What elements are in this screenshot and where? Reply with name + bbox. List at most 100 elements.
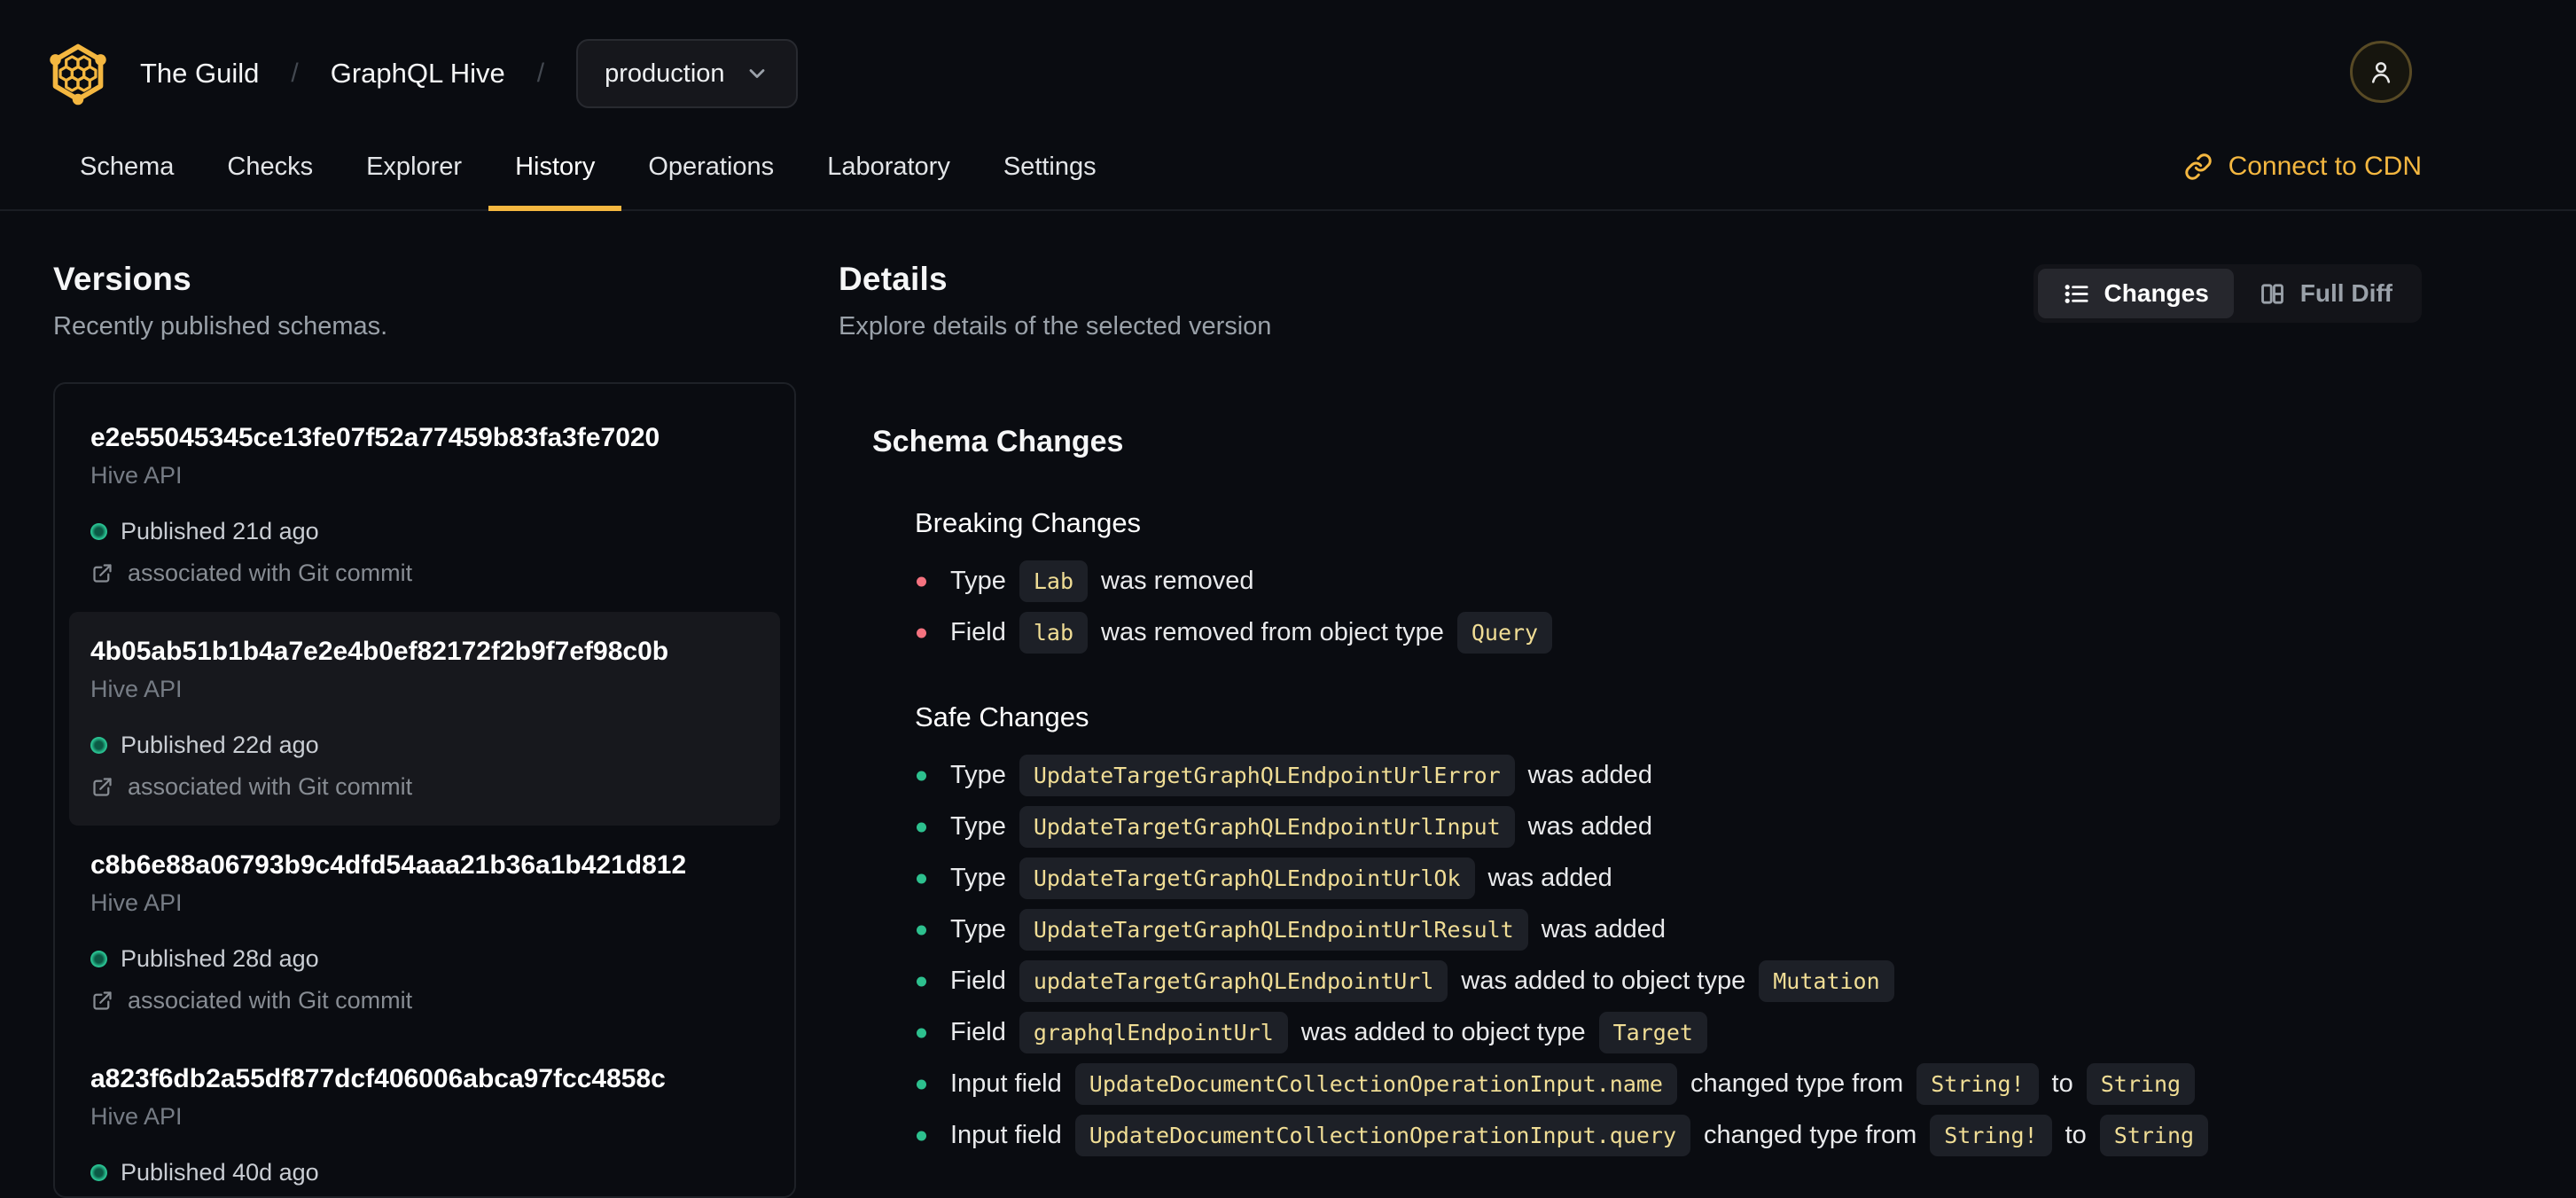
change-text: was added bbox=[1527, 761, 1652, 789]
schema-code-badge: String bbox=[2099, 1115, 2209, 1156]
version-service: Hive API bbox=[90, 462, 183, 489]
git-commit-link[interactable]: associated with Git commit bbox=[90, 773, 759, 801]
change-item: Type UpdateTargetGraphQLEndpointUrlError w… bbox=[915, 755, 2422, 796]
git-commit-link[interactable]: associated with Git commit bbox=[90, 560, 759, 587]
change-text: changed type from bbox=[1690, 1069, 1904, 1098]
details-header: Details Explore details of the selected … bbox=[839, 261, 2422, 341]
details-title: Details bbox=[839, 261, 948, 297]
breaking-changes-title: Breaking Changes bbox=[915, 507, 1142, 538]
change-text: to bbox=[2051, 1069, 2073, 1098]
versions-subtitle: Recently published schemas. bbox=[53, 312, 388, 341]
target-selector-value: production bbox=[605, 59, 725, 88]
version-service: Hive API bbox=[90, 889, 183, 916]
change-text: Input field bbox=[950, 1121, 1062, 1149]
schema-changes-section: Schema Changes Breaking Changes Type Lab wa… bbox=[839, 425, 2422, 1156]
tab-history[interactable]: History bbox=[488, 124, 622, 211]
breadcrumb: The Guild / GraphQL Hive / production bbox=[140, 39, 798, 108]
tab-operations[interactable]: Operations bbox=[621, 124, 800, 209]
details-heading-block: Details Explore details of the selected … bbox=[839, 261, 1271, 341]
schema-code-badge: Target bbox=[1598, 1012, 1707, 1053]
tab-explorer[interactable]: Explorer bbox=[340, 124, 488, 209]
schema-code-badge: UpdateDocumentCollectionOperationInput.n… bbox=[1074, 1063, 1677, 1105]
version-hash: 4b05ab51b1b4a7e2e4b0ef82172f2b9f7ef98c0b bbox=[90, 637, 669, 666]
change-item: Type UpdateTargetGraphQLEndpointUrlInput w… bbox=[915, 806, 2422, 848]
version-card[interactable]: 4b05ab51b1b4a7e2e4b0ef82172f2b9f7ef98c0b… bbox=[69, 612, 780, 826]
version-card[interactable]: a823f6db2a55df877dcf406006abca97fcc4858c… bbox=[69, 1039, 780, 1196]
hive-logo-icon[interactable] bbox=[48, 42, 108, 106]
change-item: Field graphqlEndpointUrl was added to obje… bbox=[915, 1012, 2422, 1053]
version-service: Hive API bbox=[90, 676, 183, 702]
change-text: changed type from bbox=[1704, 1121, 1917, 1149]
tab-checks[interactable]: Checks bbox=[200, 124, 340, 209]
external-link-icon bbox=[93, 991, 112, 1010]
target-selector-dropdown[interactable]: production bbox=[576, 39, 798, 108]
change-text: Field bbox=[950, 967, 1006, 995]
git-commit-link[interactable]: associated with Git commit bbox=[90, 987, 759, 1014]
connect-to-cdn-label: Connect to CDN bbox=[2228, 152, 2422, 181]
details-panel: Details Explore details of the selected … bbox=[839, 261, 2422, 1198]
breaking-changes-group: Breaking Changes Type Lab was removed Field l… bbox=[872, 507, 2422, 654]
schema-code-badge: Query bbox=[1456, 612, 1553, 654]
details-subtitle: Explore details of the selected version bbox=[839, 312, 1272, 341]
version-hash: e2e55045345ce13fe07f52a77459b83fa3fe7020 bbox=[90, 423, 660, 452]
versions-panel: Versions Recently published schemas. e2e… bbox=[53, 261, 796, 1198]
change-item: Type UpdateTargetGraphQLEndpointUrlOk was … bbox=[915, 857, 2422, 899]
change-text: Type bbox=[950, 812, 1006, 841]
chevron-down-icon bbox=[749, 69, 764, 78]
safe-changes-list: Type UpdateTargetGraphQLEndpointUrlError w… bbox=[915, 755, 2422, 1156]
view-toggle-changes[interactable]: Changes bbox=[2037, 269, 2234, 318]
change-text: Type bbox=[950, 761, 1006, 789]
user-icon bbox=[2371, 62, 2391, 83]
versions-title: Versions bbox=[53, 261, 191, 297]
change-item: Field updateTargetGraphQLEndpointUrl was a… bbox=[915, 960, 2422, 1002]
version-card[interactable]: c8b6e88a06793b9c4dfd54aaa21b36a1b421d812… bbox=[69, 826, 780, 1039]
change-text: was added bbox=[1487, 864, 1612, 892]
change-text: Type bbox=[950, 567, 1006, 595]
schema-code-badge: String! bbox=[1930, 1115, 2052, 1156]
change-text: Field bbox=[950, 618, 1006, 646]
top-bar: The Guild / GraphQL Hive / production bbox=[0, 0, 2576, 112]
version-list: e2e55045345ce13fe07f52a77459b83fa3fe7020… bbox=[53, 382, 796, 1198]
tab-laboratory[interactable]: Laboratory bbox=[800, 124, 977, 209]
change-item: Type Lab was removed bbox=[915, 560, 2422, 602]
published-label: Published 40d ago bbox=[121, 1159, 319, 1186]
published-dot-icon bbox=[90, 523, 107, 540]
breadcrumb-separator: / bbox=[291, 59, 299, 88]
schema-code-badge: Lab bbox=[1019, 560, 1089, 602]
breadcrumb-separator: / bbox=[536, 59, 545, 88]
version-card[interactable]: e2e55045345ce13fe07f52a77459b83fa3fe7020… bbox=[69, 398, 780, 612]
safe-changes-group: Safe Changes Type UpdateTargetGraphQLEndpo… bbox=[872, 701, 2422, 1156]
external-link-icon bbox=[93, 778, 112, 796]
tab-settings[interactable]: Settings bbox=[977, 124, 1123, 209]
tab-schema[interactable]: Schema bbox=[53, 124, 200, 209]
version-published-status: Published 40d ago bbox=[90, 1159, 759, 1186]
schema-code-badge: UpdateDocumentCollectionOperationInput.q… bbox=[1074, 1115, 1691, 1156]
version-published-status: Published 28d ago bbox=[90, 945, 759, 973]
schema-code-badge: UpdateTargetGraphQLEndpointUrlInput bbox=[1019, 806, 1515, 848]
published-dot-icon bbox=[90, 1164, 107, 1181]
connect-to-cdn-link[interactable]: Connect to CDN bbox=[2184, 124, 2422, 209]
breadcrumb-org[interactable]: The Guild bbox=[140, 58, 259, 90]
change-groups: Breaking Changes Type Lab was removed Field l… bbox=[872, 507, 2422, 1156]
breadcrumb-project[interactable]: GraphQL Hive bbox=[331, 58, 505, 90]
git-commit-label: associated with Git commit bbox=[128, 773, 413, 800]
safe-changes-title: Safe Changes bbox=[915, 701, 1089, 732]
external-link-icon bbox=[93, 564, 112, 583]
published-label: Published 21d ago bbox=[121, 518, 319, 544]
view-toggle-full-diff[interactable]: Full Diff bbox=[2234, 269, 2417, 318]
link-icon bbox=[2184, 153, 2212, 180]
change-item: Input field UpdateDocumentCollectionOpera… bbox=[915, 1115, 2422, 1156]
schema-code-badge: UpdateTargetGraphQLEndpointUrlOk bbox=[1019, 857, 1475, 899]
schema-code-badge: graphqlEndpointUrl bbox=[1019, 1012, 1288, 1053]
change-item: Type UpdateTargetGraphQLEndpointUrlResult… bbox=[915, 909, 2422, 951]
change-text: was added bbox=[1527, 812, 1652, 841]
version-published-status: Published 22d ago bbox=[90, 732, 759, 759]
change-text: was added bbox=[1541, 915, 1667, 944]
version-hash: a823f6db2a55df877dcf406006abca97fcc4858c bbox=[90, 1064, 666, 1093]
user-avatar-button[interactable] bbox=[2350, 41, 2412, 103]
change-text: Field bbox=[950, 1018, 1006, 1046]
change-text: was removed from object type bbox=[1101, 618, 1444, 646]
change-text: Type bbox=[950, 915, 1006, 944]
schema-code-badge: updateTargetGraphQLEndpointUrl bbox=[1019, 960, 1448, 1002]
published-label: Published 22d ago bbox=[121, 732, 319, 758]
